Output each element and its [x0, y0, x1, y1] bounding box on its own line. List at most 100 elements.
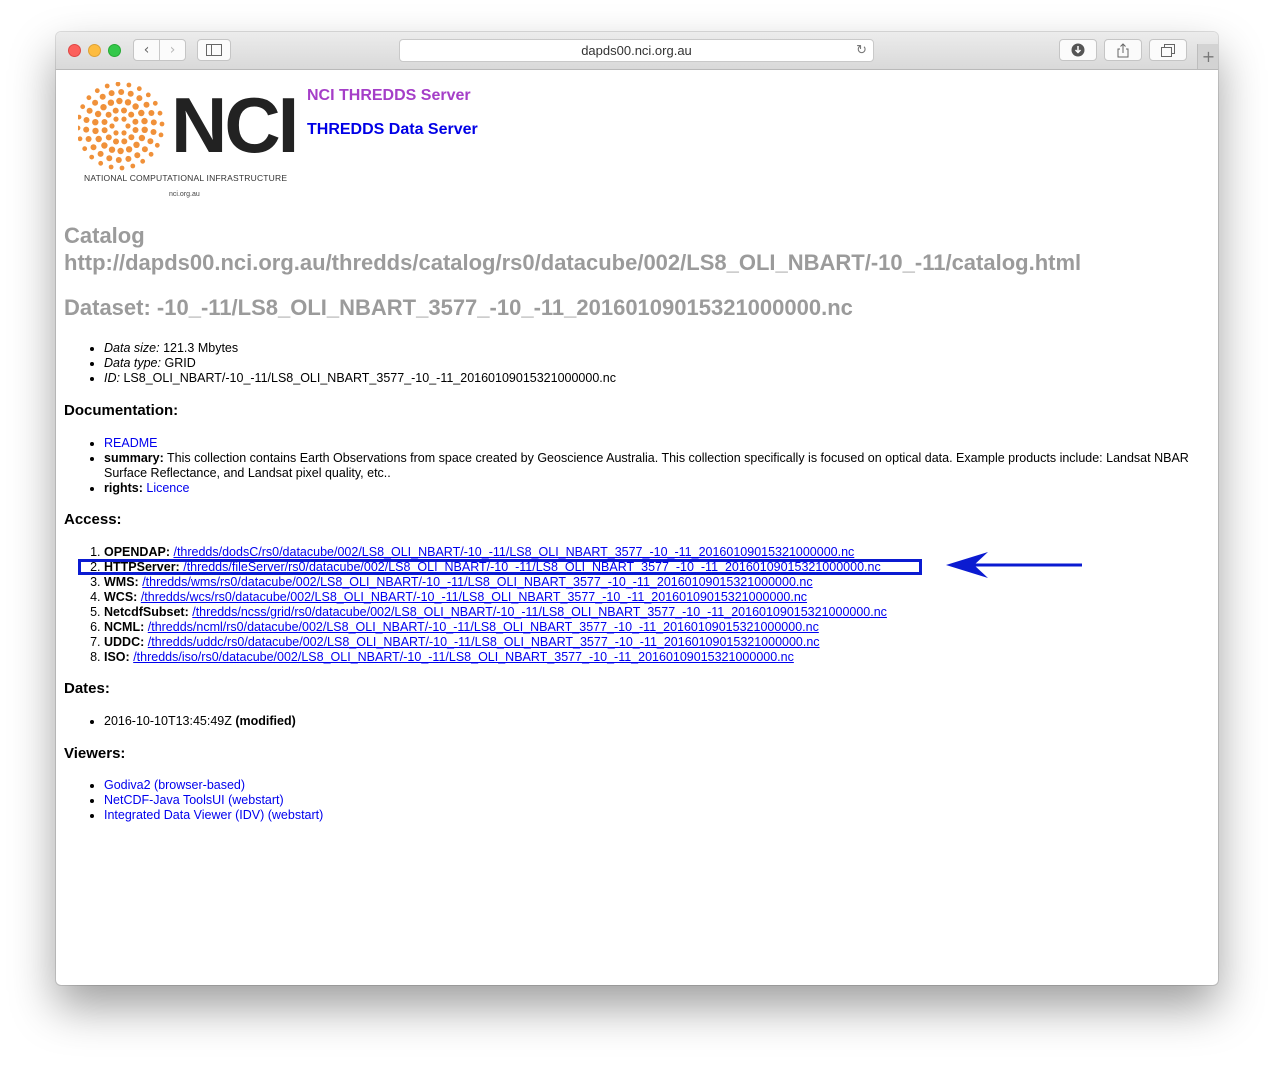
access-service-item: UDDC: /thredds/uddc/rs0/datacube/002/LS8… [104, 635, 887, 650]
logo-dot [92, 127, 99, 135]
property-label: ID: [104, 371, 120, 385]
logo-dot [145, 92, 151, 98]
logo-dot [138, 109, 145, 117]
logo-dot [132, 127, 139, 133]
address-bar[interactable]: dapds00.nci.org.au ↻ [399, 39, 874, 62]
logo-dot [82, 146, 88, 152]
logo-dot [112, 107, 119, 114]
share-button[interactable] [1104, 39, 1142, 61]
rights-label: rights: [104, 481, 143, 495]
logo-dot [106, 155, 113, 162]
logo-dot [124, 99, 132, 106]
list-item: NetCDF-Java ToolsUI (webstart) [104, 793, 323, 808]
service-link[interactable]: /thredds/dodsC/rs0/datacube/002/LS8_OLI_… [173, 545, 854, 559]
property-label: Data size: [104, 341, 160, 355]
plus-icon: + [1201, 47, 1216, 66]
service-link[interactable]: /thredds/ncml/rs0/datacube/002/LS8_OLI_N… [148, 620, 819, 634]
tabs-icon [1161, 43, 1175, 57]
service-link[interactable]: /thredds/ncss/grid/rs0/datacube/002/LS8_… [192, 605, 887, 619]
url-text: dapds00.nci.org.au [581, 43, 692, 58]
service-link[interactable]: /thredds/uddc/rs0/datacube/002/LS8_OLI_N… [148, 635, 820, 649]
logo-dot [105, 134, 112, 141]
logo-dot [138, 134, 146, 142]
list-item: summary: This collection contains Earth … [104, 451, 1194, 481]
share-icon [1117, 42, 1129, 57]
logo-dot [143, 101, 150, 108]
logo-dot [86, 95, 92, 101]
logo-dot [108, 90, 115, 97]
logo-dot [92, 119, 99, 126]
viewer-link-godiva2[interactable]: Godiva2 (browser-based) [104, 778, 245, 792]
close-window-button[interactable] [68, 44, 81, 57]
server-title: NCI THREDDS Server [307, 87, 471, 104]
logo-dot [85, 136, 92, 142]
logo-dot [108, 164, 114, 170]
access-heading: Access: [64, 511, 122, 528]
logo-dot [136, 86, 142, 92]
list-item: rights: Licence [104, 481, 1194, 496]
viewers-heading: Viewers: [64, 745, 126, 762]
logo-dot [100, 104, 107, 111]
property-value: LS8_OLI_NBART/-10_-11/LS8_OLI_NBART_3577… [123, 371, 616, 385]
logo-dot [148, 110, 155, 116]
httpserver-highlight-box [78, 559, 922, 575]
list-item: ID: LS8_OLI_NBART/-10_-11/LS8_OLI_NBART_… [104, 371, 616, 386]
list-item: README [104, 436, 1194, 451]
logo-dot [128, 134, 135, 141]
logo-dot [121, 107, 127, 114]
service-name: WCS: [104, 590, 138, 604]
date-type: (modified) [235, 714, 296, 728]
documentation-heading: Documentation: [64, 402, 179, 419]
chevron-right-icon: › [169, 42, 176, 58]
sidebar-button[interactable] [197, 39, 231, 61]
server-subtitle: THREDDS Data Server [307, 121, 478, 138]
list-item: 2016-10-10T13:45:49Z (modified) [104, 714, 296, 729]
licence-link[interactable]: Licence [146, 481, 189, 495]
logo-dot [83, 117, 90, 123]
date-value: 2016-10-10T13:45:49Z [104, 714, 232, 728]
viewer-link-idv[interactable]: Integrated Data Viewer (IDV) (webstart) [104, 808, 323, 822]
dataset-properties: Data size: 121.3 Mbytes Data type: GRID … [104, 341, 616, 386]
service-name: NCML: [104, 620, 145, 634]
logo-dot [152, 100, 158, 106]
logo-dot [132, 118, 139, 125]
logo-dot [121, 116, 127, 122]
list-item: Integrated Data Viewer (IDV) (webstart) [104, 808, 323, 823]
dataset-heading: Dataset: -10_-11/LS8_OLI_NBART_3577_-10_… [64, 295, 853, 320]
zoom-window-button[interactable] [108, 44, 121, 57]
access-service-item: NetcdfSubset: /thredds/ncss/grid/rs0/dat… [104, 605, 887, 620]
logo-dot [127, 90, 134, 97]
logo-dot [94, 110, 102, 118]
dates-list: 2016-10-10T13:45:49Z (modified) [104, 714, 296, 729]
arrow-left-icon [946, 552, 1082, 578]
readme-link[interactable]: README [104, 436, 157, 450]
logo-dot [128, 111, 135, 118]
logo-dot [90, 144, 97, 151]
service-name: UDDC: [104, 635, 145, 649]
logo-dot [119, 165, 125, 171]
logo-dot [78, 125, 81, 131]
download-icon [1071, 43, 1085, 57]
service-link[interactable]: /thredds/wms/rs0/datacube/002/LS8_OLI_NB… [142, 575, 812, 589]
logo-dot [97, 150, 104, 157]
service-link[interactable]: /thredds/wcs/rs0/datacube/002/LS8_OLI_NB… [141, 590, 807, 604]
logo-dot [130, 163, 136, 169]
tabs-overview-button[interactable] [1149, 39, 1187, 61]
minimize-window-button[interactable] [88, 44, 101, 57]
logo-dot [125, 155, 132, 162]
downloads-button[interactable] [1059, 39, 1097, 61]
service-link[interactable]: /thredds/iso/rs0/datacube/002/LS8_OLI_NB… [133, 650, 794, 664]
logo-dot [132, 103, 139, 110]
logo-dot [95, 135, 102, 143]
catalog-url: http://dapds00.nci.org.au/thredds/catalo… [64, 250, 1082, 275]
reload-icon[interactable]: ↻ [856, 40, 867, 61]
back-button[interactable]: ‹ [134, 40, 160, 60]
logo-dot [115, 157, 122, 163]
forward-button[interactable]: › [160, 40, 185, 60]
viewer-link-toolsui[interactable]: NetCDF-Java ToolsUI (webstart) [104, 793, 284, 807]
logo-dot [104, 83, 110, 89]
viewers-list: Godiva2 (browser-based) NetCDF-Java Tool… [104, 778, 323, 823]
new-tab-button[interactable]: + [1197, 44, 1218, 69]
logo-dot [101, 142, 108, 149]
logo-dot [141, 117, 148, 125]
